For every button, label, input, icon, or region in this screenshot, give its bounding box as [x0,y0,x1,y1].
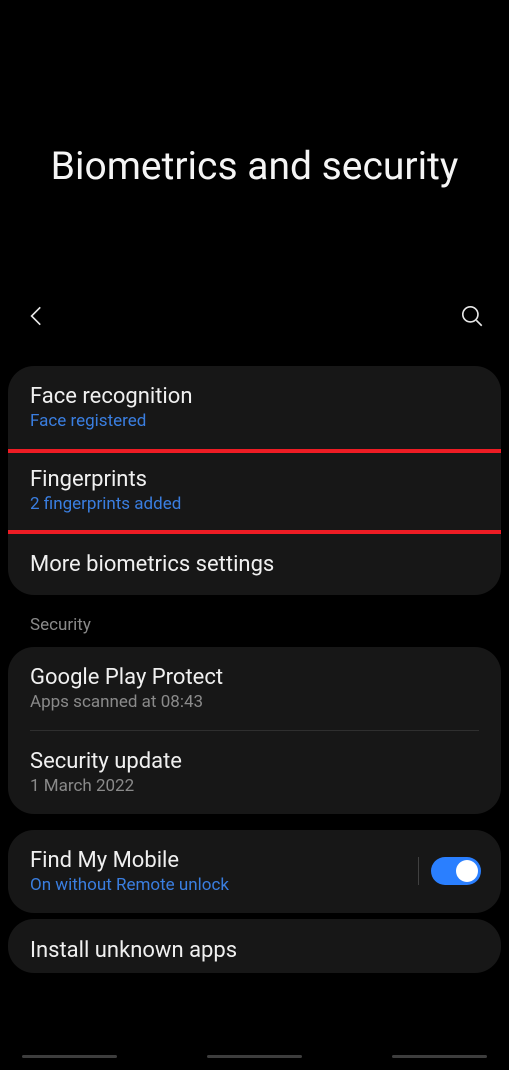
security-update-title: Security update [30,749,481,774]
face-recognition-row[interactable]: Face recognition Face registered [8,366,501,449]
install-unknown-apps-title: Install unknown apps [30,938,481,963]
more-biometrics-title: More biometrics settings [30,552,481,577]
google-play-protect-title: Google Play Protect [30,665,481,690]
install-unknown-apps-row[interactable]: Install unknown apps [8,919,501,973]
face-recognition-subtitle: Face registered [30,411,481,431]
security-section-header: Security [8,611,501,647]
page-title: Biometrics and security [0,140,509,193]
android-nav-bar[interactable] [0,1055,509,1058]
find-my-mobile-title: Find My Mobile [30,848,418,873]
back-icon[interactable] [24,303,50,333]
search-icon[interactable] [459,303,485,333]
fingerprints-row[interactable]: Fingerprints 2 fingerprints added [8,453,501,530]
fingerprints-subtitle: 2 fingerprints added [30,494,481,514]
find-my-mobile-row[interactable]: Find My Mobile On without Remote unlock [8,830,501,913]
face-recognition-title: Face recognition [30,384,481,409]
google-play-protect-row[interactable]: Google Play Protect Apps scanned at 08:4… [8,647,501,730]
find-my-mobile-toggle[interactable] [431,857,481,885]
google-play-protect-subtitle: Apps scanned at 08:43 [30,692,481,712]
find-my-mobile-subtitle: On without Remote unlock [30,875,418,895]
security-update-subtitle: 1 March 2022 [30,776,481,796]
fingerprints-highlight: Fingerprints 2 fingerprints added [8,449,501,534]
toggle-separator [418,857,419,885]
fingerprints-title: Fingerprints [30,467,481,492]
security-update-row[interactable]: Security update 1 March 2022 [8,731,501,814]
more-biometrics-row[interactable]: More biometrics settings [8,534,501,595]
